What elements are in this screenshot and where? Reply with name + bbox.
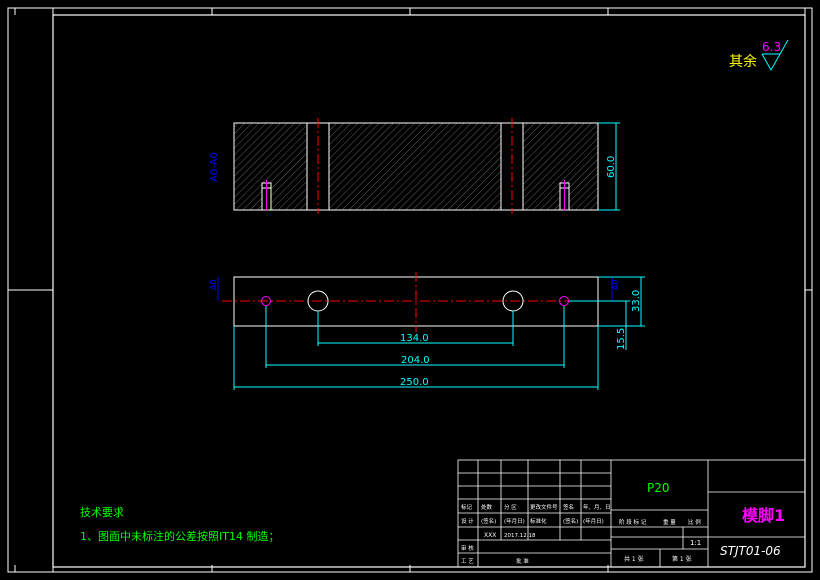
roughness-symbol: 其余 6.3 [729,39,789,72]
tb-b-5: (年月日) [583,517,604,525]
plan-view: A0 A0 [209,272,620,332]
tb-a-1: 处数 [481,503,493,511]
tb-a-5: 年、月、日 [583,503,611,511]
part-name: 模脚1 [742,506,785,525]
section-view: A0-A0 60.0 [209,118,620,214]
dim-33: 33.0 [631,290,642,312]
section-mark-left: A0 [209,279,218,290]
cad-drawing: 其余 6.3 A0-A0 60.0 A0 A0 134.0 204.0 250.… [7,7,813,573]
tb-a-3: 更改文件号 [530,503,558,511]
stage-header-2: 比 例 [688,518,701,526]
tb-a-4: 签名 [563,503,574,511]
stage-header-0: 阶 段 标 记 [619,518,647,526]
approve-label: 批 准 [516,557,529,565]
dim-134: 134.0 [400,333,429,344]
tb-a-2: 分 区 [504,503,517,511]
process-label: 工 艺 [461,558,474,565]
dim-15-5: 15.5 [616,328,627,350]
tb-b-2: (年月日) [504,517,525,525]
scale: 1:1 [690,539,701,547]
tech-notes-title: 技术要求 [80,506,124,519]
stage-header-1: 重 量 [663,518,676,526]
dim-height-60: 60.0 [606,156,617,178]
tb-b-3: 标准化 [530,517,547,525]
plan-dimension-texts: 134.0 204.0 250.0 33.0 15.5 [400,290,642,388]
dim-250: 250.0 [400,377,429,388]
design-date: 2017.12.18 [504,533,536,539]
review-label: 审 核 [461,544,474,552]
sheets-total: 共 1 张 [624,555,644,563]
tb-b-4: (签名) [563,517,578,525]
title-block-texts: P20 模脚1 STJT01-06 1:1 标记 处数 分 区 更改文件号 签名… [461,481,785,565]
sheet-number: 第 1 张 [672,555,692,563]
roughness-label: 其余 [729,53,757,70]
section-mark-right: A0 [611,279,620,290]
section-label: A0-A0 [209,152,220,182]
sheet-frame [7,7,813,573]
dim-204: 204.0 [401,355,430,366]
tech-notes-item-1: 1、图面中未标注的公差按照IT14 制造； [80,529,279,543]
drawing-number: STJT01-06 [720,544,781,558]
designer: XXX [484,532,496,539]
roughness-value: 6.3 [762,40,781,54]
tb-b-1: (签名) [481,517,496,525]
tb-b-0: 设 计 [461,517,474,525]
plan-dimensions [233,276,645,390]
material: P20 [647,481,670,495]
tb-a-0: 标记 [461,503,473,511]
